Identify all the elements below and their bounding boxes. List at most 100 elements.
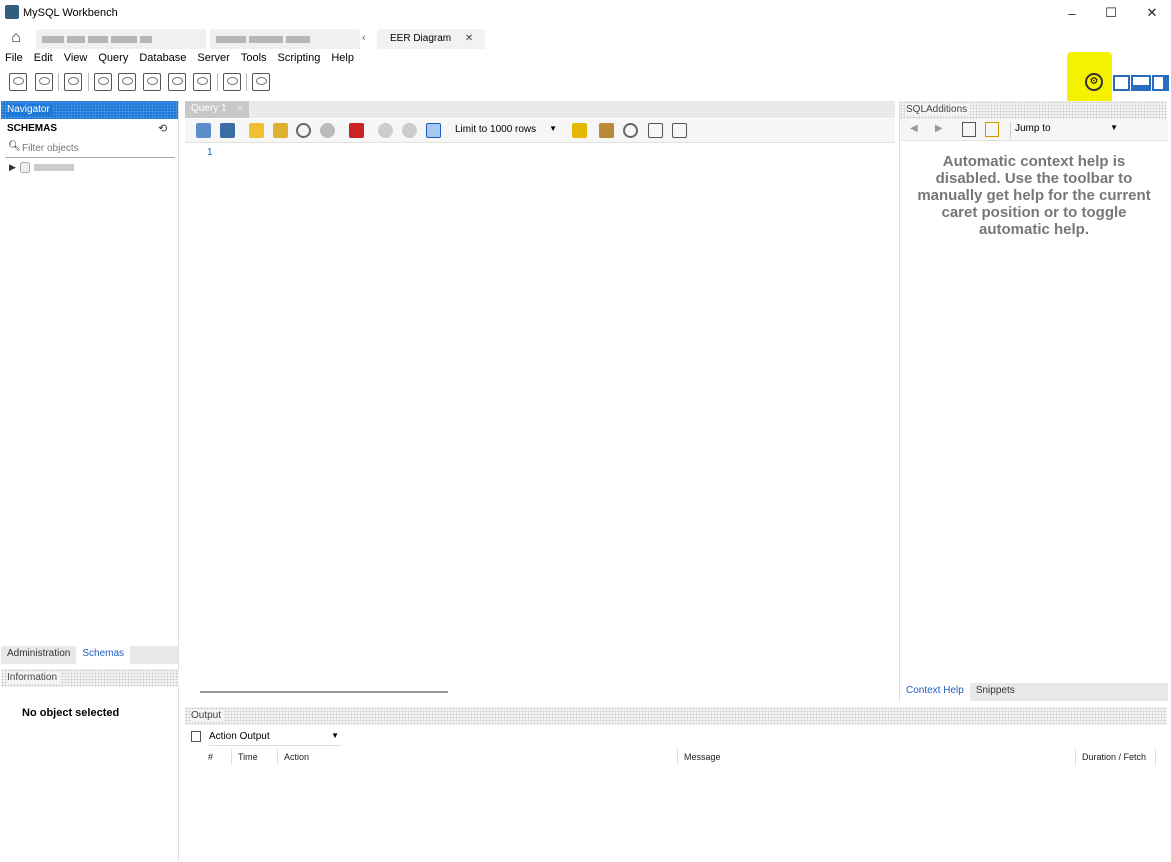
column-header-time[interactable]: Time xyxy=(232,749,278,765)
invisible-chars-icon[interactable] xyxy=(648,123,663,138)
schema-tree-item[interactable]: ▶ xyxy=(9,162,74,173)
query-toolbar: Limit to 1000 rows ▼ xyxy=(185,119,895,143)
create-table-icon[interactable] xyxy=(118,73,136,91)
tab-schemas[interactable]: Schemas xyxy=(76,646,131,664)
expand-arrow-icon[interactable]: ▶ xyxy=(9,162,16,173)
jump-to-label: Jump to xyxy=(1015,123,1051,134)
auto-help-icon[interactable] xyxy=(985,122,999,137)
chevron-down-icon: ▼ xyxy=(331,731,339,740)
reconnect-icon[interactable] xyxy=(252,73,270,91)
context-help-text: Automatic context help is disabled. Use … xyxy=(917,153,1151,238)
autocommit-icon[interactable] xyxy=(426,123,441,138)
toggle-output-icon[interactable] xyxy=(1131,75,1151,91)
stop-on-error-icon[interactable] xyxy=(349,123,364,138)
forward-icon[interactable]: ▶ xyxy=(935,123,943,134)
close-window-button[interactable]: ✕ xyxy=(1130,0,1171,26)
output-table-header: # Time Action Message Duration / Fetch xyxy=(185,749,1167,765)
navigator-panel: Navigator SCHEMAS ⟲ 🔍︎ ▶ Administration … xyxy=(1,101,179,861)
stop-icon[interactable] xyxy=(320,123,335,138)
no-object-selected-text: No object selected xyxy=(22,707,120,719)
toggle-sidebar-icon[interactable] xyxy=(1113,75,1130,91)
create-view-icon[interactable] xyxy=(143,73,161,91)
home-icon[interactable]: ⌂ xyxy=(2,28,30,48)
schemas-label: SCHEMAS xyxy=(7,123,58,134)
navigator-tabs: Administration Schemas xyxy=(1,646,179,664)
sql-additions-panel: SQLAdditions ◀ ▶ Jump to ▼ Automatic con… xyxy=(899,101,1168,701)
toolbar-separator xyxy=(58,73,59,91)
manual-help-icon[interactable] xyxy=(962,122,976,137)
find-icon[interactable] xyxy=(623,123,638,138)
inspect-object-icon[interactable] xyxy=(64,73,82,91)
new-sql-tab-icon[interactable] xyxy=(9,73,27,91)
create-function-icon[interactable] xyxy=(193,73,211,91)
tab-context-help[interactable]: Context Help xyxy=(900,683,970,701)
menu-database[interactable]: Database xyxy=(134,50,192,68)
search-icon: 🔍︎ xyxy=(8,141,21,152)
maximize-button[interactable]: ☐ xyxy=(1089,0,1133,26)
execute-icon[interactable] xyxy=(249,123,264,138)
beautify-icon[interactable] xyxy=(599,123,614,138)
menu-view[interactable]: View xyxy=(59,50,94,68)
open-sql-script-icon[interactable] xyxy=(35,73,53,91)
menu-bar: File Edit View Query Database Server Too… xyxy=(0,50,1171,68)
connection-tab-1[interactable] xyxy=(36,29,206,49)
menu-file[interactable]: File xyxy=(0,50,29,68)
jump-to-select[interactable]: Jump to ▼ xyxy=(1010,122,1120,138)
menu-edit[interactable]: Edit xyxy=(29,50,59,68)
toggle-secondary-sidebar-icon[interactable] xyxy=(1152,75,1169,91)
rollback-icon[interactable] xyxy=(402,123,417,138)
menu-help[interactable]: Help xyxy=(326,50,360,68)
minimize-button[interactable]: – xyxy=(1050,0,1094,26)
close-icon[interactable]: × xyxy=(237,103,243,114)
execute-current-icon[interactable] xyxy=(273,123,288,138)
create-procedure-icon[interactable] xyxy=(168,73,186,91)
menu-tools[interactable]: Tools xyxy=(236,50,273,68)
sql-additions-tabs: Context Help Snippets xyxy=(900,683,1168,701)
tab-administration[interactable]: Administration xyxy=(1,646,76,664)
toolbar-separator xyxy=(88,73,89,91)
tab-scroll-left-button[interactable]: ‹ xyxy=(362,32,366,44)
horizontal-scrollbar[interactable] xyxy=(200,691,448,693)
menu-server[interactable]: Server xyxy=(192,50,235,68)
menu-query[interactable]: Query xyxy=(93,50,134,68)
explain-icon[interactable] xyxy=(296,123,311,138)
column-header-action[interactable]: Action xyxy=(278,749,678,765)
search-table-data-icon[interactable] xyxy=(223,73,241,91)
navigator-header: Navigator xyxy=(1,101,178,119)
commit-icon[interactable] xyxy=(378,123,393,138)
information-header: Information xyxy=(1,669,179,687)
save-icon[interactable] xyxy=(220,123,235,138)
tab-snippets[interactable]: Snippets xyxy=(970,683,1021,701)
back-icon[interactable]: ◀ xyxy=(910,123,918,134)
settings-gear-icon[interactable]: ⚙ xyxy=(1085,73,1103,91)
chevron-down-icon: ▼ xyxy=(1110,123,1118,132)
menu-scripting[interactable]: Scripting xyxy=(273,50,327,68)
word-wrap-icon[interactable] xyxy=(672,123,687,138)
connection-tab-2[interactable] xyxy=(210,29,360,49)
chevron-down-icon: ▼ xyxy=(549,124,557,133)
tab-query-1[interactable]: Query 1 × xyxy=(185,101,249,118)
line-number: 1 xyxy=(207,147,213,158)
close-icon[interactable]: ✕ xyxy=(465,33,473,44)
column-header-message[interactable]: Message xyxy=(678,749,1076,765)
window-title: MySQL Workbench xyxy=(23,7,118,19)
column-header-number[interactable]: # xyxy=(202,749,232,765)
sql-additions-header: SQLAdditions xyxy=(900,101,1167,119)
query-tab-label: Query 1 xyxy=(191,103,227,114)
column-header-duration[interactable]: Duration / Fetch xyxy=(1076,749,1156,765)
create-schema-icon[interactable] xyxy=(94,73,112,91)
tab-eer-diagram[interactable]: EER Diagram ✕ xyxy=(377,29,485,49)
add-snippet-icon[interactable] xyxy=(572,123,587,138)
refresh-icon[interactable]: ⟲ xyxy=(158,122,167,135)
output-toolbar: Action Output ▼ xyxy=(185,727,1167,747)
mysql-workbench-logo-icon xyxy=(5,5,19,19)
filter-objects-input[interactable] xyxy=(22,140,172,156)
output-panel: Output Action Output ▼ # Time Action Mes… xyxy=(185,707,1167,861)
sql-editor-area: Query 1 × Limit to 1000 rows ▼ 1 xyxy=(185,101,895,701)
database-icon xyxy=(19,162,30,173)
limit-rows-select[interactable]: Limit to 1000 rows ▼ xyxy=(455,123,561,139)
copy-icon[interactable] xyxy=(191,731,201,742)
output-type-select[interactable]: Action Output ▼ xyxy=(209,729,341,746)
open-file-icon[interactable] xyxy=(196,123,211,138)
query-tab-strip xyxy=(249,101,895,118)
